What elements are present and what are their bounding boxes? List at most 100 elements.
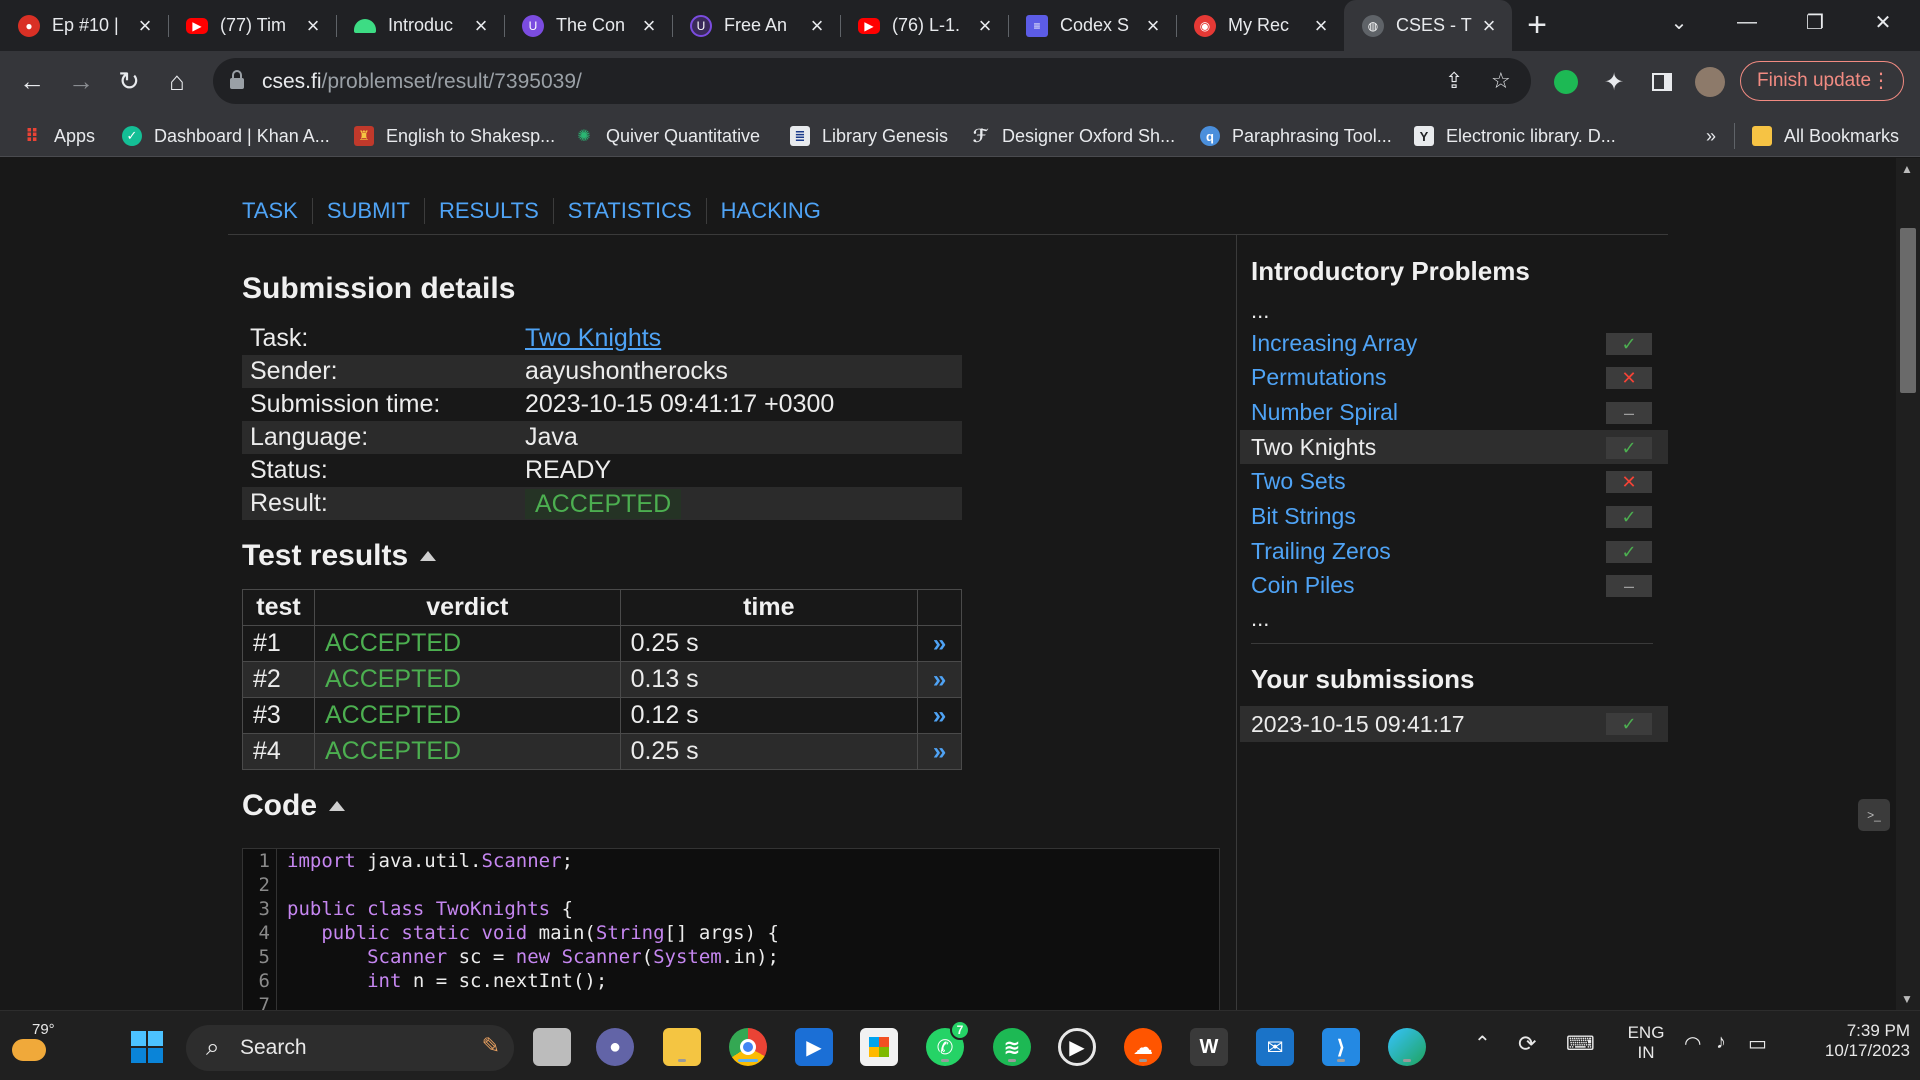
menu-hacking[interactable]: HACKING xyxy=(705,198,835,224)
bookmark-shakespeare[interactable]: ♜ English to Shakesp... xyxy=(354,123,555,149)
taskbar-search[interactable]: ⌕ Search ✎ xyxy=(186,1025,514,1071)
problem-item[interactable]: Number Spiral – xyxy=(1240,395,1668,429)
file-explorer-icon[interactable] xyxy=(663,1028,701,1066)
menu-statistics[interactable]: STATISTICS xyxy=(552,198,706,224)
bookmark-khan[interactable]: ✓ Dashboard | Khan A... xyxy=(122,123,330,149)
browser-tab[interactable]: ▶ (76) L-1. × xyxy=(840,0,1008,51)
forward-icon[interactable]: → xyxy=(61,61,101,101)
new-tab-button[interactable]: + xyxy=(1512,0,1562,51)
chat-icon[interactable]: ● xyxy=(596,1028,634,1066)
problem-link[interactable]: Two Sets xyxy=(1251,468,1346,495)
problem-item[interactable]: Trailing Zeros ✓ xyxy=(1240,534,1668,568)
bookmark-apps[interactable]: ⠿ Apps xyxy=(22,123,95,149)
problem-item[interactable]: Coin Piles – xyxy=(1240,568,1668,602)
extension-green-icon[interactable] xyxy=(1550,66,1582,98)
w-app-icon[interactable]: W xyxy=(1190,1028,1228,1066)
code-heading[interactable]: Code xyxy=(242,789,345,823)
problem-link[interactable]: Number Spiral xyxy=(1251,399,1398,426)
menu-task[interactable]: TASK xyxy=(242,198,312,224)
close-tab-icon[interactable]: × xyxy=(974,13,996,39)
battery-icon[interactable]: ▭ xyxy=(1748,1031,1767,1056)
view-test-icon[interactable]: » xyxy=(917,733,962,770)
code-viewer[interactable]: 1 2 3 4 5 6 7 import java.util.Scanner; … xyxy=(242,848,1220,1010)
vscode-icon[interactable]: ⟩ xyxy=(1322,1028,1360,1066)
close-tab-icon[interactable]: × xyxy=(302,13,324,39)
problem-item-current[interactable]: Two Knights ✓ xyxy=(1240,430,1668,464)
problem-link[interactable]: Permutations xyxy=(1251,364,1387,391)
browser-tab[interactable]: U The Con × xyxy=(504,0,672,51)
address-bar[interactable]: cses.fi/problemset/result/7395039/ ⇪ ☆ xyxy=(213,58,1531,104)
browser-tab[interactable]: ● Ep #10 | × xyxy=(0,0,168,51)
close-tab-icon[interactable]: × xyxy=(1478,13,1500,39)
problem-link[interactable]: Increasing Array xyxy=(1251,330,1417,357)
task-view-icon[interactable] xyxy=(533,1028,571,1066)
problem-link[interactable]: Bit Strings xyxy=(1251,503,1356,530)
video-editor-icon[interactable]: ▶ xyxy=(795,1028,833,1066)
bookmark-zlib[interactable]: Y Electronic library. D... xyxy=(1414,123,1616,149)
bookmark-quillbot[interactable]: q Paraphrasing Tool... xyxy=(1200,123,1392,149)
bookmarks-overflow-button[interactable]: » xyxy=(1706,123,1716,149)
close-tab-icon[interactable]: × xyxy=(1310,13,1332,39)
scroll-up-icon[interactable]: ▲ xyxy=(1901,162,1913,176)
avatar[interactable] xyxy=(1694,66,1726,98)
problem-link[interactable]: Coin Piles xyxy=(1251,572,1355,599)
media-player-icon[interactable]: ▶ xyxy=(1058,1028,1096,1066)
chrome-icon[interactable] xyxy=(729,1028,767,1066)
side-panel-icon[interactable] xyxy=(1646,66,1678,98)
bookmark-quiver[interactable]: ✺ Quiver Quantitative xyxy=(574,123,760,149)
reload-icon[interactable]: ↻ xyxy=(109,61,149,101)
bookmark-star-icon[interactable]: ☆ xyxy=(1491,68,1511,94)
task-link[interactable]: Two Knights xyxy=(525,324,661,352)
browser-tab[interactable]: ◉ My Rec × xyxy=(1176,0,1344,51)
menu-submit[interactable]: SUBMIT xyxy=(311,198,424,224)
problem-item[interactable]: Bit Strings ✓ xyxy=(1240,499,1668,533)
bookmark-libgen[interactable]: ≣ Library Genesis xyxy=(790,123,948,149)
microsoft-store-icon[interactable] xyxy=(860,1028,898,1066)
tray-overflow-icon[interactable]: ⌃ xyxy=(1474,1031,1491,1056)
mail-icon[interactable]: ✉ xyxy=(1256,1028,1294,1066)
edge-icon[interactable] xyxy=(1388,1028,1426,1066)
close-tab-icon[interactable]: × xyxy=(638,13,660,39)
language-indicator[interactable]: ENG IN xyxy=(1622,1023,1670,1063)
soundcloud-icon[interactable]: ☁ xyxy=(1124,1028,1162,1066)
back-icon[interactable]: ← xyxy=(12,61,52,101)
whatsapp-icon[interactable]: ✆ 7 xyxy=(926,1020,970,1066)
scrollbar-thumb[interactable] xyxy=(1900,228,1916,393)
volume-icon[interactable]: ♪ xyxy=(1716,1031,1726,1054)
home-icon[interactable]: ⌂ xyxy=(157,61,197,101)
submission-item[interactable]: 2023-10-15 09:41:17 ✓ xyxy=(1240,706,1668,742)
bookmark-all[interactable]: All Bookmarks xyxy=(1752,123,1899,149)
problem-link[interactable]: Two Knights xyxy=(1251,434,1376,461)
browser-tab[interactable]: ≡ Codex S × xyxy=(1008,0,1176,51)
browser-tab-active[interactable]: ◍ CSES - T × xyxy=(1344,0,1512,51)
browser-tab[interactable]: U Free An × xyxy=(672,0,840,51)
close-window-icon[interactable]: ✕ xyxy=(1850,0,1916,44)
extensions-puzzle-icon[interactable]: ✦ xyxy=(1598,66,1630,98)
restore-icon[interactable]: ❐ xyxy=(1782,0,1848,44)
scroll-down-icon[interactable]: ▼ xyxy=(1901,992,1913,1006)
close-tab-icon[interactable]: × xyxy=(806,13,828,39)
browser-tab[interactable]: Introduc × xyxy=(336,0,504,51)
sync-icon[interactable]: ⟳ xyxy=(1518,1031,1536,1057)
clock[interactable]: 7:39 PM 10/17/2023 xyxy=(1790,1021,1910,1061)
tab-search-icon[interactable]: ⌄ xyxy=(1646,0,1712,44)
close-tab-icon[interactable]: × xyxy=(134,13,156,39)
weather-widget[interactable]: 79° xyxy=(10,1021,55,1069)
problem-link[interactable]: Trailing Zeros xyxy=(1251,538,1391,565)
menu-results[interactable]: RESULTS xyxy=(423,198,553,224)
view-test-icon[interactable]: » xyxy=(917,661,962,698)
problem-item[interactable]: Increasing Array ✓ xyxy=(1240,326,1668,360)
windows-start-icon[interactable] xyxy=(128,1028,166,1066)
browser-tab[interactable]: ▶ (77) Tim × xyxy=(168,0,336,51)
finish-update-button[interactable]: Finish update ⋮ xyxy=(1740,61,1904,101)
wifi-icon[interactable]: ◠ xyxy=(1684,1031,1701,1056)
close-tab-icon[interactable]: × xyxy=(1142,13,1164,39)
share-icon[interactable]: ⇪ xyxy=(1445,68,1463,94)
keyboard-icon[interactable]: ⌨ xyxy=(1566,1031,1595,1056)
minimize-icon[interactable]: — xyxy=(1714,0,1780,44)
view-test-icon[interactable]: » xyxy=(917,625,962,662)
terminal-icon[interactable]: >_ xyxy=(1858,799,1890,831)
problem-item[interactable]: Permutations ✕ xyxy=(1240,360,1668,394)
page-scrollbar[interactable]: ▲ ▼ xyxy=(1896,158,1920,1010)
bookmark-designer[interactable]: ℱ Designer Oxford Sh... xyxy=(970,123,1175,149)
